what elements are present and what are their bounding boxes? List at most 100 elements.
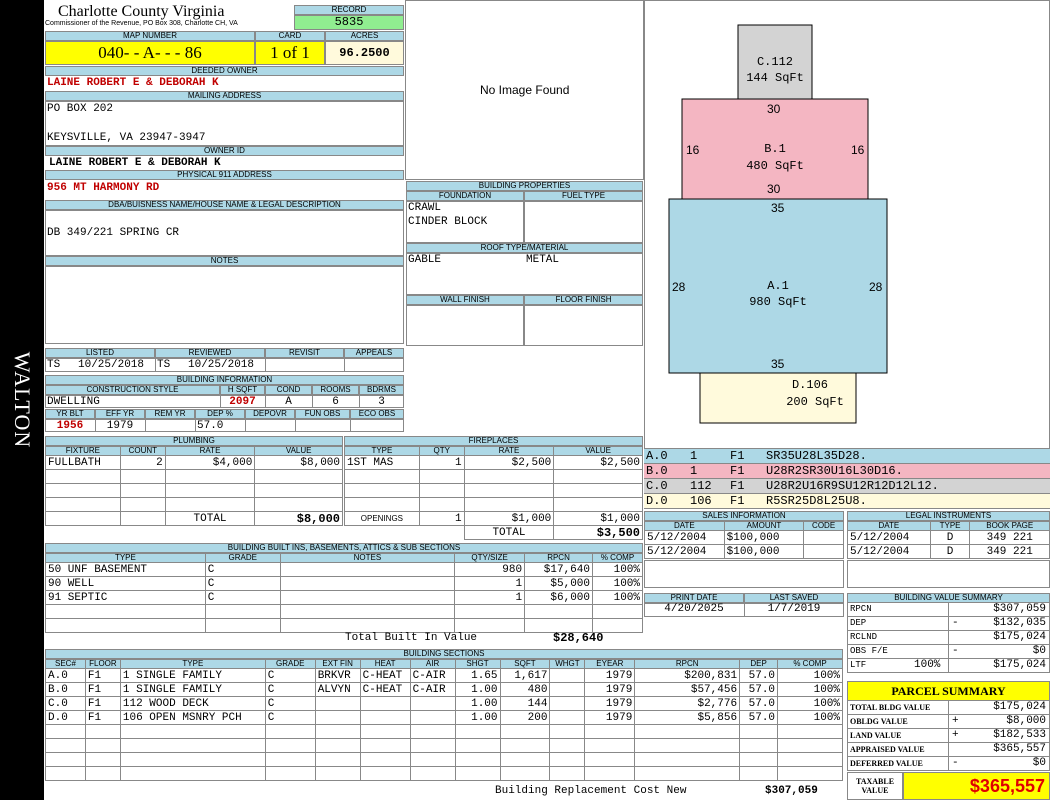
sec-h-12: DEP [739, 659, 779, 669]
table-cell: 57.0 [739, 682, 779, 697]
area-c-sqft: 144 SqFt [746, 71, 804, 85]
table-cell: $2,776 [634, 696, 741, 711]
table-cell: 106 OPEN MSNRY PCH [119, 710, 266, 725]
table-cell: 1 [454, 590, 526, 605]
table-cell: 1ST MAS [344, 455, 420, 470]
table-cell: 57.0 [739, 668, 779, 683]
ps-sign: + [952, 729, 959, 741]
depovr-label: DEPOVR [245, 409, 295, 419]
plumbing-title: PLUMBING [45, 436, 343, 446]
value-summary: RPCN $307,059 DEP - $132,035 RCLND $175,024 OBS… [847, 603, 1050, 673]
legal-h-book: BOOK PAGE [969, 521, 1050, 531]
sketch-legend-path: R5SR25D8L25U8. [766, 494, 867, 508]
appeals-label: APPEALS [344, 348, 404, 358]
floor-finish-box [524, 305, 643, 346]
table-cell: 1979 [584, 696, 636, 711]
sketch-legend-sec: D.0 [646, 494, 668, 508]
table-cell: $100,000 [723, 530, 805, 545]
reviewed-label: REVIEWED [155, 348, 265, 358]
area-d-label: D.106 [791, 378, 828, 392]
wall-finish-label: WALL FINISH [406, 295, 524, 305]
sketch-legend-floor: F1 [730, 479, 745, 493]
hsqft-value: 2097 [229, 396, 256, 408]
table-cell: D [929, 544, 971, 559]
table-cell: $17,640 [524, 562, 593, 577]
taxable-value: $365,557 [903, 772, 1050, 800]
sketch-legend-floor: F1 [730, 464, 745, 478]
value-summary-row: DEP - $132,035 [847, 617, 1050, 631]
fire-h-qty: QTY [418, 446, 465, 456]
table-cell: $6,000 [524, 590, 593, 605]
hsqft-label: H SQFT [220, 385, 265, 395]
dep-label: DEP % [195, 409, 245, 419]
sections-title: BUILDING SECTIONS [45, 649, 843, 659]
listed-date: 10/25/2018 [78, 359, 145, 371]
table-cell [549, 668, 586, 683]
vs-value: $0 [1032, 645, 1046, 657]
table-cell [314, 710, 361, 725]
table-cell: 100% [777, 710, 843, 725]
last-saved-label: LAST SAVED [744, 593, 844, 603]
deeded-owner-label: DEEDED OWNER [45, 66, 404, 76]
fireplaces-title: FIREPLACES [344, 436, 643, 446]
sketch-legend-sec: C.0 [646, 479, 668, 493]
parcel-summary-row: OBLDG VALUE + $8,000 [847, 715, 1050, 729]
bdrms-label: BDRMS [359, 385, 404, 395]
table-cell: 100% [777, 696, 843, 711]
ps-label: APPRAISED VALUE [850, 745, 925, 754]
area-a-label: A.1 [767, 279, 789, 293]
ps-value: $365,557 [993, 743, 1046, 755]
table-cell [409, 710, 456, 725]
vs-label: OBS F/E [850, 646, 888, 656]
dim-b-bottom: 30 [767, 182, 781, 196]
table-cell: 1.00 [454, 710, 501, 725]
vs-pct: 100% [914, 659, 941, 671]
reviewed-by: TS [157, 359, 171, 371]
dba-value: DB 349/221 SPRING CR [47, 227, 180, 239]
county-title: Charlotte County Virginia [58, 3, 225, 20]
table-cell: 2 [119, 455, 166, 470]
table-row [45, 752, 843, 767]
cond-label: COND [265, 385, 312, 395]
sales-title: SALES INFORMATION [644, 511, 844, 521]
sec-h-2: TYPE [119, 659, 266, 669]
table-cell: C [204, 590, 281, 605]
table-cell [314, 696, 361, 711]
sketch-legend: A.0 1 F1 SR35U28L35D28. B.0 1 F1 U28R2SR30U16L3… [644, 449, 1050, 509]
dim-a-bottom: 35 [771, 357, 785, 371]
table-cell: FULLBATH [45, 455, 121, 470]
ps-value: $0 [1032, 757, 1046, 769]
acres-value: 96.2500 [325, 41, 404, 65]
bi-h-grade: GRADE [204, 553, 281, 563]
side-label: WALTON [10, 351, 35, 449]
vs-label: LTF [850, 660, 867, 670]
sec-h-0: SEC# [45, 659, 86, 669]
style-value: DWELLING [47, 396, 100, 408]
table-cell: $4,000 [164, 455, 256, 470]
sales-table: DATE AMOUNT CODE 5/12/2004 $100,000 5/12/20… [644, 521, 844, 559]
parcel-summary-row: TOTAL BLDG VALUE $175,024 [847, 701, 1050, 715]
record-label: RECORD [294, 5, 404, 15]
dim-a-top: 35 [771, 201, 785, 215]
table-row [45, 766, 843, 781]
bi-h-qty: QTY/SIZE [454, 553, 526, 563]
vs-label: DEP [850, 618, 867, 628]
ps-label: LAND VALUE [850, 731, 902, 740]
plumb-h-rate: RATE [164, 446, 256, 456]
legal-blank [847, 560, 1050, 588]
sketch-legend-sec: B.0 [646, 464, 668, 478]
table-cell: ALVYN [314, 682, 361, 697]
openings-label: OPENINGS [344, 511, 420, 526]
value-summary-row: LTF 100% $175,024 [847, 659, 1050, 673]
parcel-summary-row: DEFERRED VALUE - $0 [847, 757, 1050, 771]
fireplaces-total: $3,500 [553, 525, 643, 540]
foundation-label: FOUNDATION [406, 191, 524, 201]
record-value: 5835 [294, 15, 404, 30]
notes-box [45, 266, 404, 344]
table-cell: 5/12/2004 [644, 530, 725, 545]
table-cell: C [264, 696, 316, 711]
table-cell [549, 710, 586, 725]
table-cell: 100% [777, 682, 843, 697]
fireplaces-total-label: TOTAL [463, 525, 555, 540]
roof-box [406, 253, 643, 295]
